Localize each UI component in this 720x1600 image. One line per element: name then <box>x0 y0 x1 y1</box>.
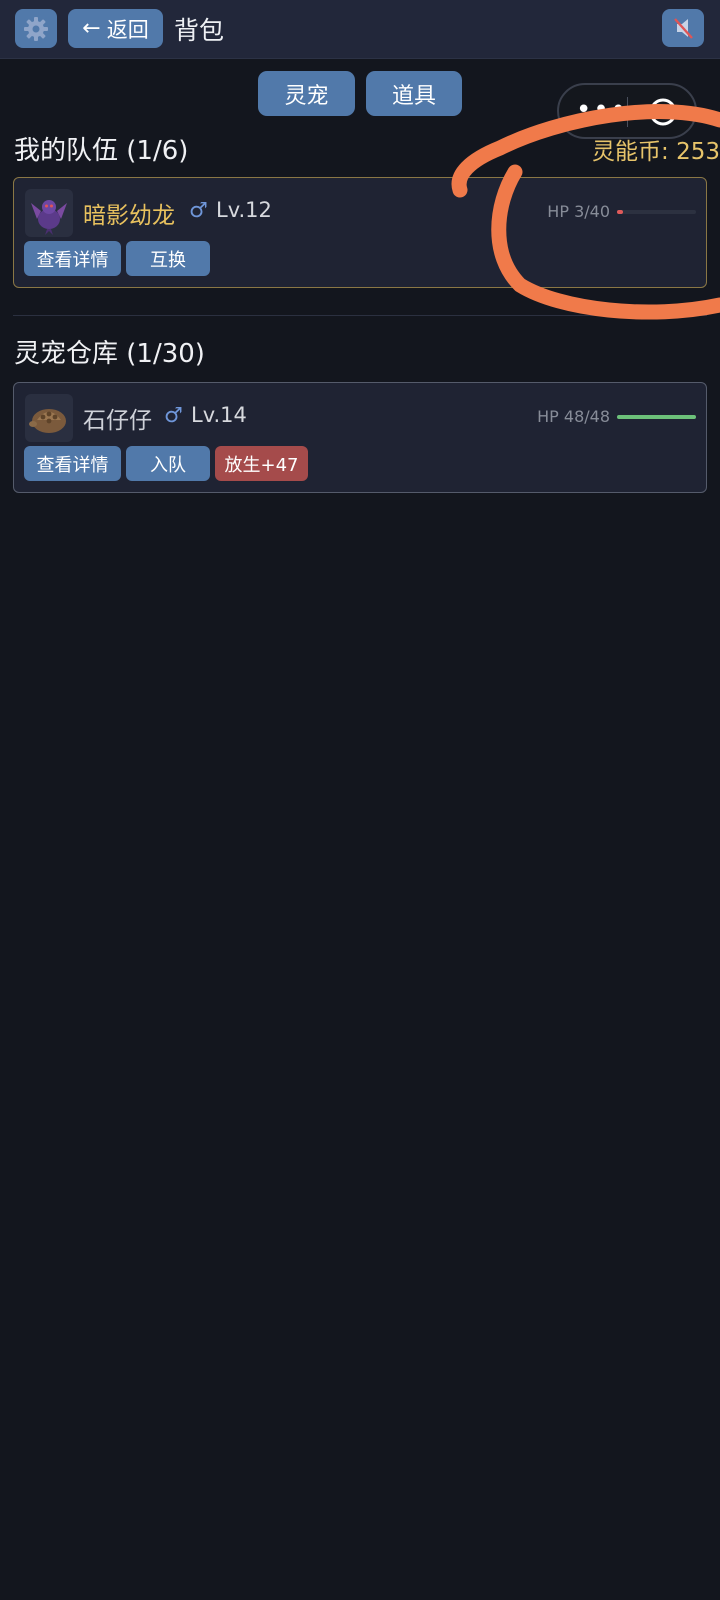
swap-button[interactable]: 互换 <box>126 241 210 276</box>
release-button[interactable]: 放生+47 <box>215 446 308 481</box>
hp-text: HP 3/40 <box>547 202 610 221</box>
more-dots-icon[interactable]: ••• <box>576 95 628 125</box>
target-close-icon[interactable] <box>648 97 678 127</box>
tab-pets[interactable]: 灵宠 <box>258 71 355 116</box>
top-bar: ← 返回 背包 <box>0 0 720 59</box>
pet-level: Lv.14 <box>191 403 247 427</box>
view-details-button[interactable]: 查看详情 <box>24 446 121 481</box>
pet-level: Lv.12 <box>216 198 272 222</box>
join-team-button[interactable]: 入队 <box>126 446 210 481</box>
male-gender-icon: ♂ <box>189 198 208 222</box>
pet-avatar <box>25 189 73 237</box>
back-label: 返回 <box>106 17 149 42</box>
rock-tortoise-icon <box>29 409 66 433</box>
hp-bar-fill <box>617 210 623 214</box>
hp-bar-fill <box>617 415 696 419</box>
back-button[interactable]: ← 返回 <box>68 9 163 48</box>
storage-section-title: 灵宠仓库 (1/30) <box>14 339 205 369</box>
pet-name: 暗影幼龙 <box>83 203 175 229</box>
page-title: 背包 <box>174 16 225 45</box>
coin-balance: 灵能币: 253 <box>592 139 720 165</box>
view-details-button[interactable]: 查看详情 <box>24 241 121 276</box>
team-section-title: 我的队伍 (1/6) <box>14 136 189 166</box>
purple-dragon-icon <box>31 200 67 235</box>
hp-text: HP 48/48 <box>537 407 610 426</box>
arrow-left-icon: ← <box>82 16 101 41</box>
section-divider <box>13 315 707 316</box>
hp-bar <box>617 210 696 214</box>
pet-avatar <box>25 394 73 442</box>
capsule-divider <box>627 97 628 127</box>
gear-icon <box>24 16 48 41</box>
mute-toggle-button[interactable] <box>662 9 704 47</box>
tab-items[interactable]: 道具 <box>366 71 462 116</box>
team-pet-card: 暗影幼龙 ♂ Lv.12 HP 3/40 查看详情 互换 <box>13 177 707 288</box>
storage-pet-card: 石仔仔 ♂ Lv.14 HP 48/48 查看详情 入队 放生+47 <box>13 382 707 493</box>
mini-program-capsule: ••• <box>557 83 697 139</box>
settings-button[interactable] <box>15 9 57 48</box>
speaker-muted-icon <box>674 18 693 39</box>
pet-name: 石仔仔 <box>83 408 152 434</box>
male-gender-icon: ♂ <box>164 403 183 427</box>
hp-bar <box>617 415 696 419</box>
